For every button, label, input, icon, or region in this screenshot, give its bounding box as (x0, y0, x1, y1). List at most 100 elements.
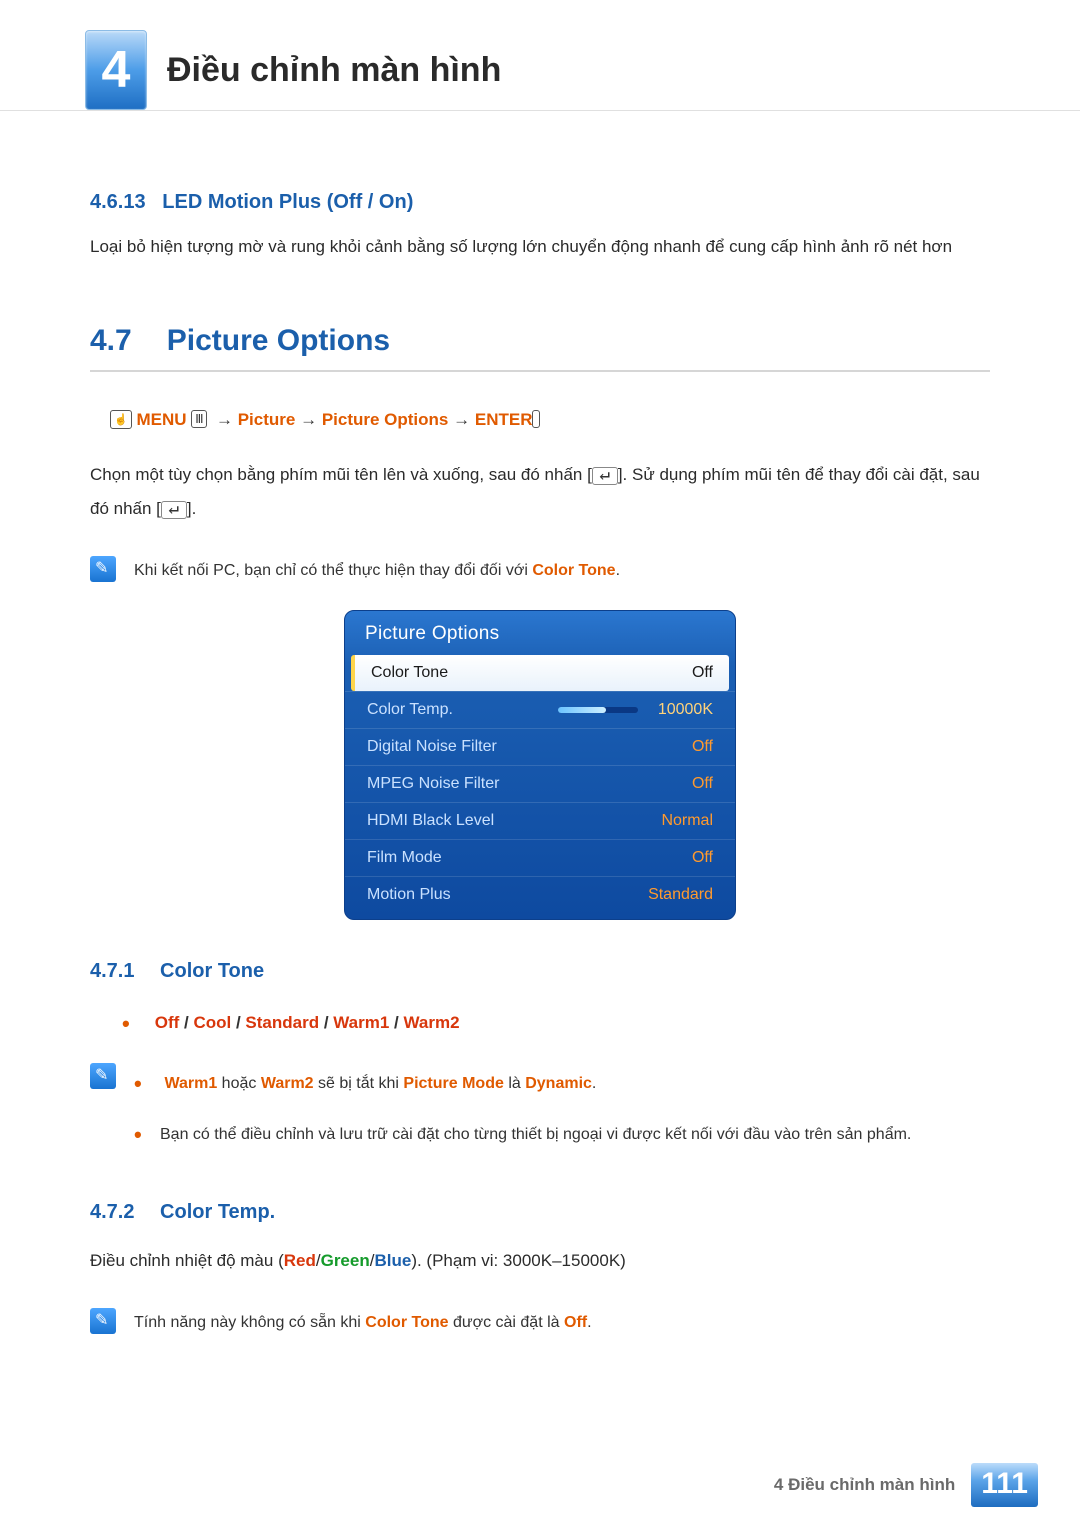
chapter-number-badge: 4 (85, 30, 147, 110)
text: hoặc (217, 1075, 261, 1092)
osd-value: 10000K (658, 701, 713, 719)
enter-icon (592, 467, 618, 485)
osd-slider (558, 707, 638, 713)
sep: / (319, 1013, 333, 1032)
note-text: Khi kết nối PC, bạn chỉ có thể thực hiện… (134, 556, 990, 586)
opt-warm1: Warm1 (333, 1013, 389, 1032)
osd-value: Off (692, 738, 713, 756)
osd-value: Off (692, 664, 713, 682)
text: . (616, 562, 620, 579)
note: Khi kết nối PC, bạn chỉ có thể thực hiện… (90, 556, 990, 586)
chapter-title: Điều chỉnh màn hình (167, 51, 501, 90)
arrow: → (453, 410, 470, 429)
note-text: Tính năng này không có sẵn khi Color Ton… (134, 1308, 990, 1338)
note-text: Warm1 hoặc Warm2 sẽ bị tắt khi Picture M… (134, 1063, 990, 1165)
note-icon (90, 556, 116, 582)
note-icon (90, 1308, 116, 1334)
heading-number: 4.7.1 (90, 960, 134, 982)
osd-row-motion: Motion Plus Standard (345, 876, 735, 913)
osd-label: Motion Plus (367, 886, 451, 904)
text-highlight: Color Tone (532, 562, 615, 579)
option-values: Off / Cool / Standard / Warm1 / Warm2 (124, 1003, 990, 1045)
osd-label: Color Tone (371, 664, 448, 682)
heading-title: Color Tone (160, 960, 264, 982)
note-icon (90, 1063, 116, 1089)
osd-title: Picture Options (345, 611, 735, 655)
note-item: Bạn có thể điều chỉnh và lưu trữ cài đặt… (134, 1114, 990, 1157)
paragraph: Chọn một tùy chọn bằng phím mũi tên lên … (90, 458, 990, 526)
osd-row-color-tone: Color Tone Off (351, 655, 729, 691)
menu-picture-options: Picture Options (322, 410, 449, 429)
page-footer: 4 Điều chỉnh màn hình 111 (774, 1463, 1038, 1507)
text-highlight: Off (564, 1314, 587, 1331)
chapter-header: 4 Điều chỉnh màn hình (0, 0, 1080, 111)
heading-number: 4.7 (90, 324, 132, 358)
arrow: → (300, 410, 317, 429)
text: ]. (187, 499, 196, 518)
osd-label: HDMI Black Level (367, 812, 494, 830)
text-highlight: Color Tone (365, 1314, 448, 1331)
note: Warm1 hoặc Warm2 sẽ bị tắt khi Picture M… (90, 1063, 990, 1165)
text-highlight: Warm2 (261, 1075, 314, 1092)
heading-number: 4.7.2 (90, 1201, 134, 1223)
sep: / (179, 1013, 193, 1032)
footer-text: 4 Điều chỉnh màn hình (774, 1475, 955, 1495)
page-number: 111 (971, 1463, 1038, 1507)
opt-standard: Standard (245, 1013, 319, 1032)
text-highlight: Warm1 (164, 1075, 217, 1092)
sep: / (389, 1013, 403, 1032)
osd-value: Normal (661, 812, 713, 830)
text: Chọn một tùy chọn bằng phím mũi tên lên … (90, 465, 592, 484)
menu-bars-icon: Ⅲ (191, 410, 206, 428)
note-item: Warm1 hoặc Warm2 sẽ bị tắt khi Picture M… (134, 1063, 990, 1106)
osd-value: Off (692, 775, 713, 793)
heading-number: 4.6.13 (90, 191, 146, 213)
arrow: → (216, 410, 233, 429)
heading-title: Color Temp. (160, 1201, 275, 1223)
osd-row-hdmi: HDMI Black Level Normal (345, 802, 735, 839)
osd-row-mpeg: MPEG Noise Filter Off (345, 765, 735, 802)
osd-row-color-temp: Color Temp. 10000K (345, 691, 735, 728)
osd-value: Standard (648, 886, 713, 904)
text-blue: Blue (374, 1251, 411, 1270)
text: sẽ bị tắt khi (314, 1075, 404, 1092)
menu-navigation-path: MENU Ⅲ → Picture → Picture Options → ENT… (110, 410, 990, 430)
text-highlight: Dynamic (525, 1075, 592, 1092)
text: Tính năng này không có sẵn khi (134, 1314, 365, 1331)
text-green: Green (321, 1251, 370, 1270)
enter-icon (161, 501, 187, 519)
osd-row-film: Film Mode Off (345, 839, 735, 876)
text: . (587, 1314, 591, 1331)
sep: / (231, 1013, 245, 1032)
text-red: Red (284, 1251, 316, 1270)
text: Điều chỉnh nhiệt độ màu ( (90, 1251, 284, 1270)
osd-value: Off (692, 849, 713, 867)
opt-off: Off (155, 1013, 180, 1032)
menu-picture: Picture (238, 410, 296, 429)
osd-row-dnf: Digital Noise Filter Off (345, 728, 735, 765)
text: được cài đặt là (449, 1314, 564, 1331)
heading-4-7: 4.7 Picture Options (90, 324, 990, 372)
heading-title: Picture Options (167, 324, 390, 358)
osd-label: MPEG Noise Filter (367, 775, 499, 793)
osd-label: Color Temp. (367, 701, 453, 719)
osd-menu: Picture Options Color Tone Off Color Tem… (344, 610, 736, 920)
menu-enter: ENTER (475, 410, 533, 429)
heading-4-7-1: 4.7.1 Color Tone (90, 960, 990, 983)
enter-icon (532, 410, 540, 428)
heading-4-7-2: 4.7.2 Color Temp. (90, 1201, 990, 1224)
text-highlight: Picture Mode (403, 1075, 503, 1092)
text: ). (Phạm vi: 3000K–15000K) (411, 1251, 626, 1270)
osd-label: Film Mode (367, 849, 442, 867)
opt-warm2: Warm2 (404, 1013, 460, 1032)
opt-cool: Cool (193, 1013, 231, 1032)
paragraph: Loại bỏ hiện tượng mờ và rung khỏi cảnh … (90, 230, 990, 264)
osd-label: Digital Noise Filter (367, 738, 497, 756)
hand-icon (110, 410, 132, 429)
paragraph: Điều chỉnh nhiệt độ màu (Red/Green/Blue)… (90, 1244, 990, 1278)
menu-label: MENU (136, 410, 186, 429)
text: là (504, 1075, 525, 1092)
text: . (592, 1075, 596, 1092)
text: Khi kết nối PC, bạn chỉ có thể thực hiện… (134, 562, 532, 579)
heading-4-6-13: 4.6.13 LED Motion Plus (Off / On) (90, 191, 990, 214)
